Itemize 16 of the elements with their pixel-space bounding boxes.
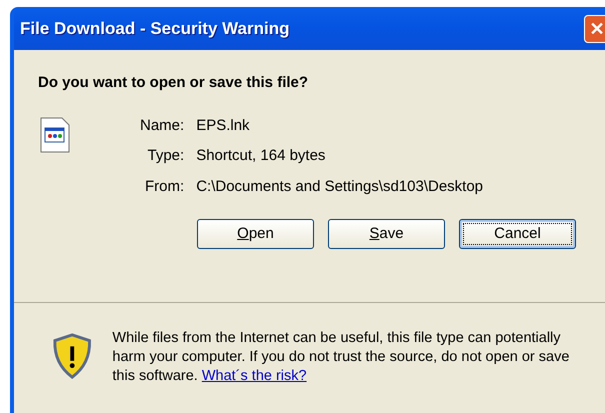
close-button[interactable]: ✕ <box>584 14 605 42</box>
detail-label: Name: <box>140 116 184 136</box>
dialog-button[interactable]: Open <box>197 219 314 249</box>
warning-message: While files from the Internet can be useful, this file type can potentially harm your computer. If you do not trust the source, do not open or save this software. What´s the risk? <box>112 329 570 386</box>
dialog-button[interactable]: Save <box>328 219 445 249</box>
detail-value: C:\Documents and Settings\sd103\Desktop <box>196 176 484 196</box>
warning-shield-icon <box>52 332 92 380</box>
detail-label: From: <box>144 176 184 196</box>
detail-label: Type: <box>146 146 184 166</box>
shortcut-file-icon <box>40 116 70 152</box>
window-title: File Download - Security Warning <box>20 18 290 40</box>
detail-value: EPS.lnk <box>196 116 251 136</box>
detail-value: Shortcut, 164 bytes <box>196 146 326 166</box>
question-text: Do you want to open or save this file? <box>38 73 310 93</box>
dialog-button[interactable]: Cancel <box>459 219 576 249</box>
risk-link[interactable]: What´s the risk? <box>202 368 307 384</box>
